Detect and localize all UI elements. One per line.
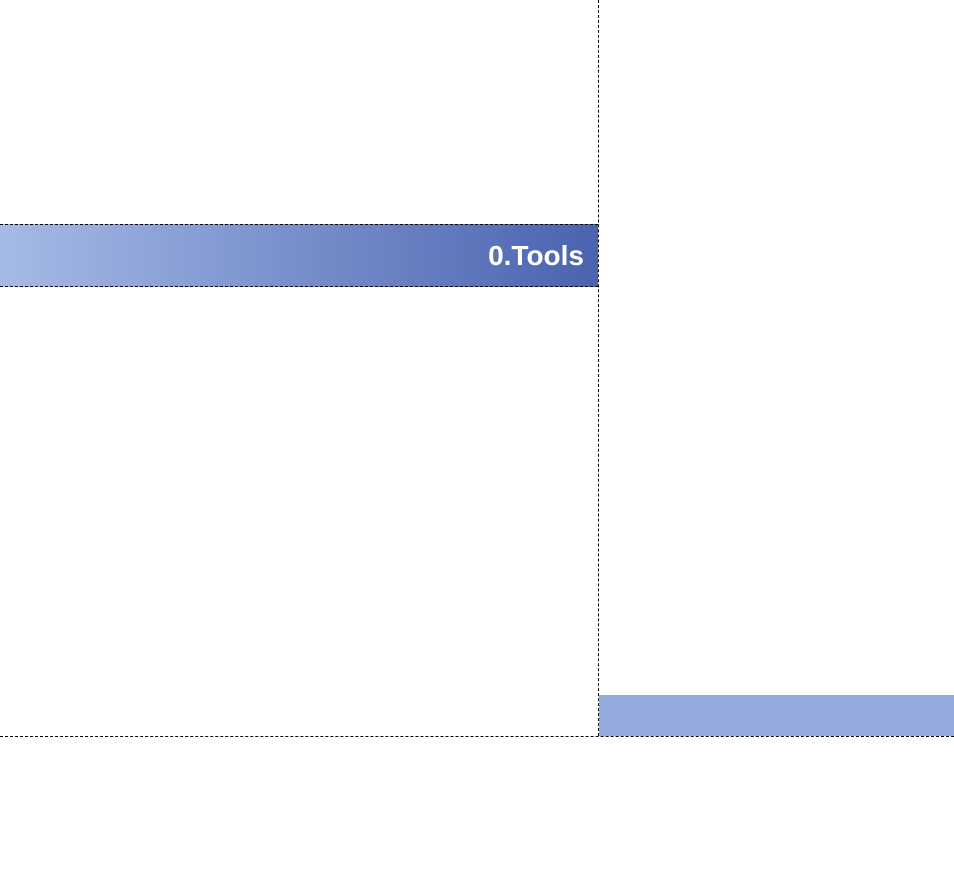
horizontal-divider — [0, 736, 954, 737]
section-title-text: 0.Tools — [488, 240, 584, 272]
section-title-bar: 0.Tools — [0, 224, 598, 287]
layout-canvas: 0.Tools — [0, 0, 954, 887]
right-panel-bar — [599, 695, 954, 736]
vertical-divider — [598, 0, 599, 736]
